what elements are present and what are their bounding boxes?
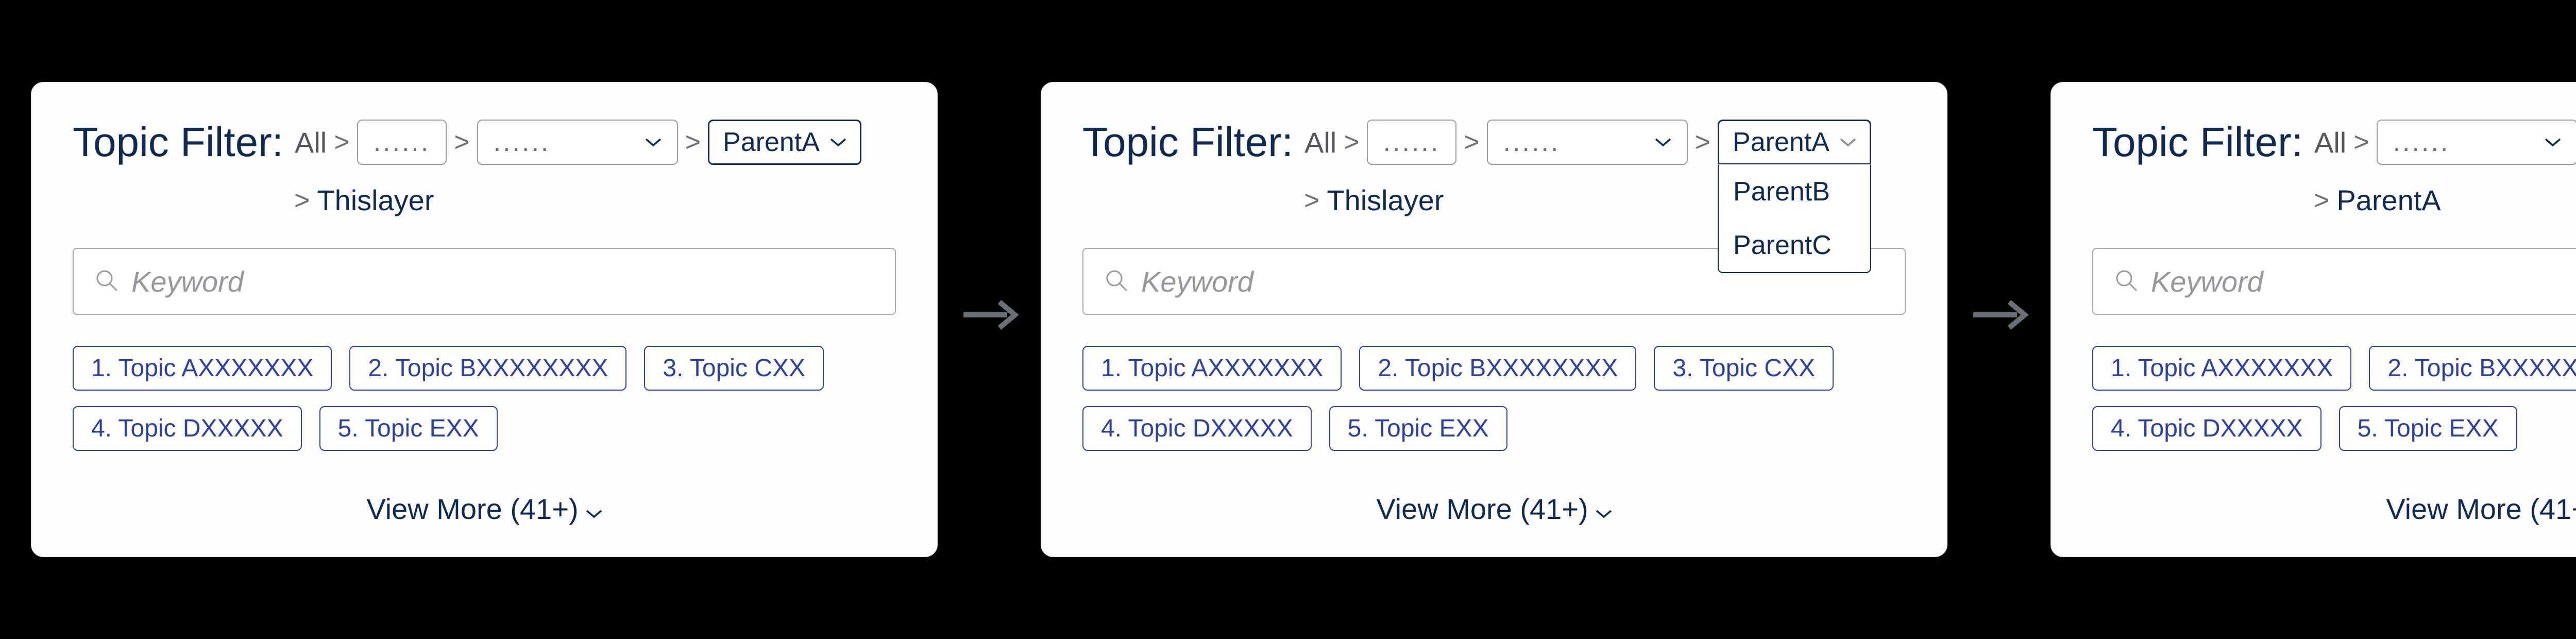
breadcrumb-select-2[interactable]: ......: [2377, 120, 2576, 165]
parent-select[interactable]: ParentA: [708, 120, 861, 165]
breadcrumb-sep: >: [1695, 127, 1710, 158]
search-icon: [94, 268, 119, 295]
parent-select-label: ParentA: [1733, 127, 1829, 158]
chevron-down-icon: [2545, 137, 2561, 147]
breadcrumb-all[interactable]: All: [1304, 126, 1336, 159]
breadcrumb-select-1[interactable]: ......: [357, 120, 447, 165]
parent-select-label: ParentA: [723, 127, 820, 158]
breadcrumb-sep: >: [1304, 185, 1319, 216]
breadcrumb-row-2: > Thislayer: [294, 183, 896, 217]
dropdown-item[interactable]: ParentC: [1719, 218, 1870, 272]
chevron-down-icon: [1655, 137, 1671, 147]
breadcrumb-row: Topic Filter: All > ...... > ...... > Pa…: [1082, 119, 1906, 166]
topic-chip[interactable]: 2. Topic BXXXXXXXX: [2369, 346, 2576, 391]
breadcrumb-sep: >: [334, 127, 349, 158]
chevron-down-icon: [1596, 492, 1612, 526]
topic-chips: 1. Topic AXXXXXXX 2. Topic BXXXXXXXX 3. …: [1082, 346, 1906, 451]
topic-chip[interactable]: 1. Topic AXXXXXXX: [2092, 346, 2351, 391]
topic-chip[interactable]: 5. Topic EXX: [319, 406, 498, 451]
topic-chips: 1. Topic AXXXXXXX 2. Topic BXXXXXXXX 3. …: [73, 346, 896, 451]
breadcrumb-sep: >: [294, 185, 310, 216]
breadcrumb-row: Topic Filter: All > ...... > Grandparent…: [2092, 119, 2576, 166]
dropdown-item[interactable]: ParentB: [1719, 165, 1870, 218]
breadcrumb-select-1[interactable]: ......: [1367, 120, 1457, 165]
breadcrumb-row-2: > ParentA: [2314, 183, 2576, 217]
breadcrumb-all[interactable]: All: [2314, 126, 2346, 159]
view-more-button[interactable]: View More (41+): [1082, 492, 1906, 526]
current-layer-label: Thislayer: [1327, 183, 1444, 217]
topic-chip[interactable]: 3. Topic CXX: [1654, 346, 1834, 391]
title-label: Topic Filter:: [73, 119, 283, 166]
breadcrumb-sep: >: [2353, 127, 2369, 158]
breadcrumb-all[interactable]: All: [295, 126, 327, 159]
topic-chip[interactable]: 5. Topic EXX: [2339, 406, 2517, 451]
search-field-wrap[interactable]: [2092, 248, 2576, 315]
topic-chip[interactable]: 4. Topic DXXXXX: [73, 406, 302, 451]
search-field-wrap[interactable]: [73, 248, 896, 315]
chevron-down-icon: [1840, 137, 1856, 147]
arrow-right-icon: [1968, 284, 2030, 356]
search-input[interactable]: [2151, 265, 2576, 298]
search-icon: [2114, 268, 2139, 295]
search-input[interactable]: [131, 265, 874, 298]
topic-chip[interactable]: 1. Topic AXXXXXXX: [73, 346, 332, 391]
breadcrumb-select-2[interactable]: ......: [477, 120, 678, 165]
current-layer-label: ParentA: [2336, 183, 2441, 217]
arrow-right-icon: [958, 284, 1020, 356]
breadcrumb-sep: >: [454, 127, 469, 158]
view-more-button[interactable]: View More (41+): [73, 492, 896, 526]
filter-panel-state-3: Topic Filter: All > ...... > Grandparent…: [2050, 82, 2576, 557]
parent-select-dropdown: ParentB ParentC: [1718, 164, 1871, 273]
search-icon: [1104, 268, 1129, 295]
topic-chip[interactable]: 4. Topic DXXXXX: [2092, 406, 2321, 451]
parent-select[interactable]: ParentA: [1718, 120, 1871, 165]
filter-panel-state-2: Topic Filter: All > ...... > ...... > Pa…: [1041, 82, 1947, 557]
title-label: Topic Filter:: [1082, 119, 1293, 166]
filter-panel-state-1: Topic Filter: All > ...... > ...... > Pa…: [31, 82, 938, 557]
breadcrumb-select-2[interactable]: ......: [1487, 120, 1688, 165]
topic-chip[interactable]: 2. Topic BXXXXXXXX: [1359, 346, 1636, 391]
current-layer-label: Thislayer: [317, 183, 434, 217]
breadcrumb-sep: >: [1344, 127, 1359, 158]
topic-chip[interactable]: 5. Topic EXX: [1329, 406, 1507, 451]
chevron-down-icon: [830, 137, 846, 147]
topic-chip[interactable]: 1. Topic AXXXXXXX: [1082, 346, 1342, 391]
breadcrumb-sep: >: [1464, 127, 1479, 158]
view-more-button[interactable]: View More (41+): [2092, 492, 2576, 526]
breadcrumb-sep: >: [685, 127, 701, 158]
breadcrumb-sep: >: [2314, 185, 2329, 216]
chevron-down-icon: [586, 492, 602, 526]
chevron-down-icon: [645, 137, 662, 147]
topic-chip[interactable]: 4. Topic DXXXXX: [1082, 406, 1312, 451]
title-label: Topic Filter:: [2092, 119, 2303, 166]
topic-chip[interactable]: 3. Topic CXX: [644, 346, 824, 391]
topic-chips: 1. Topic AXXXXXXX 2. Topic BXXXXXXXX 3. …: [2092, 346, 2576, 451]
breadcrumb-row: Topic Filter: All > ...... > ...... > Pa…: [73, 119, 896, 166]
topic-chip[interactable]: 2. Topic BXXXXXXXX: [349, 346, 626, 391]
